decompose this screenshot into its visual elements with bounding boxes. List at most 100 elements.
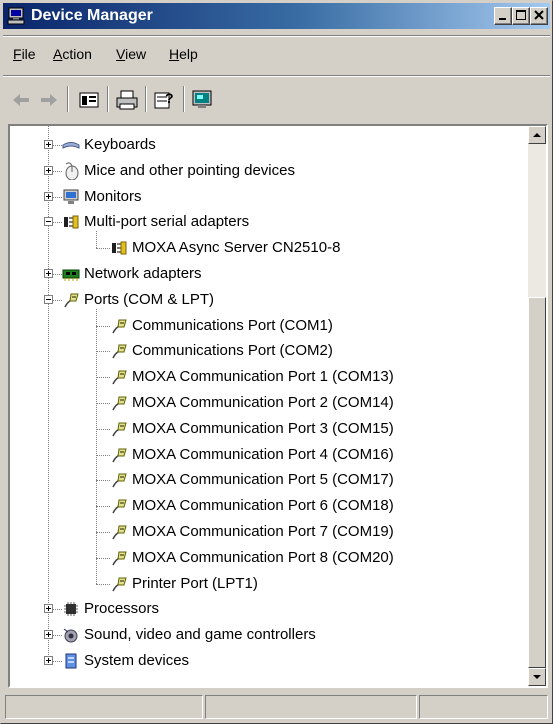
- mouse-icon: [65, 162, 79, 180]
- tree-device-node[interactable]: MOXA Communication Port 8 (COM20): [10, 545, 525, 571]
- port-connector-icon: [112, 577, 127, 591]
- tree-node-label: MOXA Communication Port 5 (COM17): [132, 471, 394, 489]
- menu-action[interactable]: Action: [53, 43, 92, 65]
- tree-node-label: MOXA Communication Port 2 (COM14): [132, 394, 394, 411]
- tree-category-node[interactable]: Multi-port serial adapters: [10, 209, 525, 235]
- tree-category-node[interactable]: Mice and other pointing devices: [10, 158, 525, 184]
- tree-device-node[interactable]: MOXA Communication Port 3 (COM15): [10, 416, 525, 442]
- plus-icon: [46, 142, 51, 147]
- toolbar-separator: [183, 86, 185, 112]
- processor-icon: [64, 602, 78, 617]
- vertical-scrollbar[interactable]: [528, 126, 546, 686]
- collapse-toggle[interactable]: [44, 217, 53, 227]
- tree-device-node[interactable]: MOXA Communication Port 7 (COM19): [10, 519, 525, 545]
- expand-toggle[interactable]: [44, 604, 53, 614]
- scroll-up-button[interactable]: [528, 126, 546, 144]
- tree-guide-line: [96, 532, 110, 534]
- port-connector-icon: [112, 473, 127, 488]
- tree-device-node[interactable]: Communications Port (COM2): [10, 338, 525, 364]
- properties-view-icon: [79, 92, 99, 108]
- port-connector-icon: [112, 370, 127, 385]
- tree-device-node[interactable]: MOXA Communication Port 5 (COM17): [10, 467, 525, 493]
- maximize-icon: [516, 10, 526, 20]
- tree-category-node[interactable]: Monitors: [10, 184, 525, 210]
- toolbar-top-separator: [3, 75, 550, 77]
- expand-toggle[interactable]: [44, 140, 53, 149]
- tree-device-node[interactable]: MOXA Async Server CN2510-8: [10, 235, 525, 261]
- tree-node-label: Monitors: [84, 187, 142, 205]
- menu-help[interactable]: Help: [169, 43, 198, 65]
- port-connector-icon: [112, 396, 127, 411]
- plus-icon: [46, 632, 51, 638]
- tree-node-label: Ports (COM & LPT): [84, 290, 215, 308]
- tree-device-node[interactable]: Communications Port (COM1): [10, 313, 525, 339]
- device-tree[interactable]: Keyboards Mice and other pointing devices…: [8, 124, 548, 688]
- print-button[interactable]: [115, 89, 139, 111]
- back-icon: [13, 94, 29, 106]
- tree-device-node[interactable]: MOXA Communication Port 4 (COM16): [10, 442, 525, 468]
- port-connector-icon: [112, 525, 127, 540]
- collapse-toggle[interactable]: [44, 294, 53, 304]
- svg-text:?: ?: [165, 90, 174, 106]
- expand-toggle[interactable]: [44, 191, 53, 201]
- status-panel: [419, 695, 548, 719]
- tree-guide-line: [96, 351, 110, 353]
- tree-category-node[interactable]: Processors: [10, 596, 525, 622]
- tree-node-label: Printer Port (LPT1): [132, 574, 258, 592]
- tree-device-node[interactable]: MOXA Communication Port 1 (COM13): [10, 364, 525, 390]
- serial-adapter-icon: [64, 215, 79, 229]
- network-card-icon: [62, 269, 80, 281]
- tree-device-node[interactable]: MOXA Communication Port 6 (COM18): [10, 493, 525, 519]
- tree-content: Keyboards Mice and other pointing devices…: [10, 126, 528, 686]
- menu-view[interactable]: View: [116, 43, 146, 65]
- plus-icon: [46, 658, 51, 663]
- tree-node-label: Network adapters: [84, 265, 202, 282]
- keyboard-icon: [62, 142, 80, 149]
- scrollbar-thumb[interactable]: [528, 297, 546, 668]
- help-button[interactable]: ?: [153, 89, 177, 111]
- tree-category-node[interactable]: System devices: [10, 648, 525, 674]
- maximize-button[interactable]: [512, 7, 530, 25]
- print-icon: [116, 90, 138, 110]
- tree-node-label: MOXA Communication Port 4 (COM16): [132, 445, 394, 463]
- monitor-icon: [63, 189, 79, 204]
- expand-toggle[interactable]: [44, 165, 53, 175]
- tree-category-node[interactable]: Network adapters: [10, 261, 525, 287]
- plus-icon: [46, 167, 51, 173]
- tree-category-node[interactable]: Keyboards: [10, 132, 525, 158]
- minus-icon: [46, 298, 51, 300]
- expand-toggle[interactable]: [44, 656, 53, 665]
- tree-guide-line: [96, 428, 110, 431]
- tree-category-node[interactable]: Sound, video and game controllers: [10, 622, 525, 648]
- tree-device-node[interactable]: MOXA Communication Port 2 (COM14): [10, 390, 525, 416]
- expand-toggle[interactable]: [44, 630, 53, 640]
- properties-view-button[interactable]: [77, 89, 101, 111]
- port-connector-icon: [64, 293, 79, 308]
- system-device-icon: [65, 653, 77, 669]
- scroll-down-button[interactable]: [528, 668, 546, 686]
- tree-node-label: Sound, video and game controllers: [84, 626, 316, 644]
- forward-button[interactable]: [37, 89, 61, 111]
- tree-device-node[interactable]: Printer Port (LPT1): [10, 571, 525, 597]
- minimize-button[interactable]: [494, 7, 512, 25]
- speaker-icon: [63, 628, 78, 643]
- expand-toggle[interactable]: [44, 269, 53, 278]
- plus-icon: [46, 606, 51, 612]
- serial-adapter-icon: [112, 241, 127, 255]
- status-panel: [205, 695, 417, 719]
- back-button[interactable]: [9, 89, 33, 111]
- menu-file[interactable]: File: [13, 43, 36, 65]
- tree-guide-line: [96, 480, 110, 482]
- tree-node-label: Keyboards: [84, 136, 156, 153]
- close-button[interactable]: [530, 7, 548, 25]
- tree-category-node[interactable]: Ports (COM & LPT): [10, 287, 525, 313]
- help-icon: ?: [154, 90, 174, 109]
- close-icon: [534, 10, 544, 20]
- scan-hardware-button[interactable]: [191, 89, 215, 111]
- port-connector-icon: [112, 448, 127, 462]
- tree-guide-line: [96, 325, 110, 328]
- toolbar-separator: [145, 86, 147, 112]
- title-bar[interactable]: Device Manager: [3, 3, 550, 29]
- forward-icon: [41, 94, 57, 106]
- tree-guide-line: [96, 248, 110, 250]
